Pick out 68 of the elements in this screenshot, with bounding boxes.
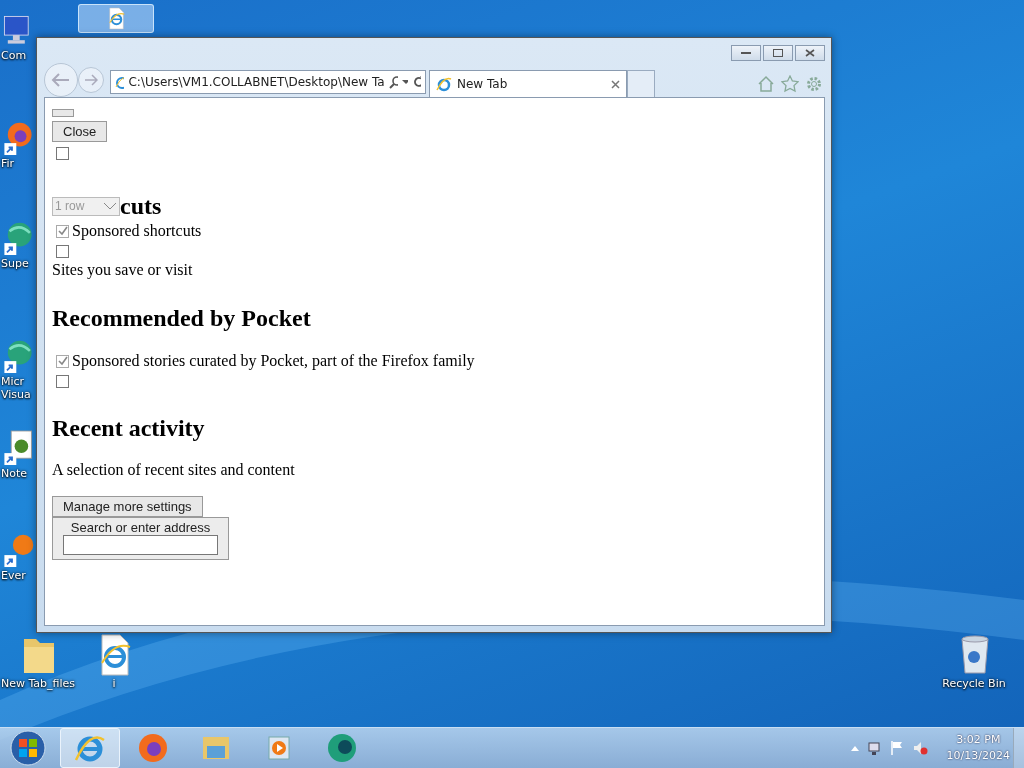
icon-label: Note	[1, 467, 28, 480]
firefox-icon[interactable]	[137, 732, 169, 764]
icon-label: Ever	[1, 569, 26, 582]
star-icon[interactable]	[781, 74, 799, 93]
description-text: curated by Pocket, part of the Firefox family	[188, 352, 475, 370]
desktop-icon[interactable]: Fir	[0, 116, 34, 173]
section-description: A selection of recent sites and content	[52, 460, 295, 480]
minimize-button[interactable]	[731, 45, 761, 61]
show-hidden-icons-icon[interactable]	[850, 745, 859, 751]
refresh-icon[interactable]	[411, 75, 421, 89]
icon-label: Micr	[1, 375, 25, 388]
icon-label: i	[112, 677, 116, 690]
icon-label: Com	[1, 49, 27, 62]
checkbox[interactable]	[56, 354, 69, 368]
section-description: Sites you save or visit	[52, 260, 193, 280]
page-icon	[115, 75, 125, 89]
minimize-icon	[741, 51, 751, 55]
network-icon[interactable]	[865, 740, 882, 756]
desktop-icon[interactable]: New Tab_files	[0, 630, 76, 693]
browser-tab[interactable]: New Tab	[429, 70, 627, 97]
desktop-icon[interactable]: Micr Visua	[0, 334, 34, 404]
manage-settings-button[interactable]: Manage more settings	[52, 496, 203, 517]
section-heading: Recommended by Pocket	[52, 304, 311, 332]
caret-icon	[103, 201, 117, 211]
icon-label: Supe	[1, 257, 29, 270]
search-box[interactable]: Search or enter address	[52, 517, 229, 560]
icon-label: New Tab_files	[0, 677, 76, 690]
new-tab-button[interactable]	[627, 70, 655, 97]
desktop-icon[interactable]: Com	[0, 8, 34, 65]
close-icon	[805, 49, 815, 57]
desktop-icon[interactable]: Note	[0, 426, 34, 483]
internet-explorer-icon	[436, 76, 452, 92]
desktop-icon[interactable]: Recycle Bin	[936, 630, 1012, 693]
desktop-icon[interactable]: Ever	[0, 528, 34, 585]
desktop-icon[interactable]: i	[76, 630, 152, 693]
desktop-icon[interactable]: Supe	[0, 216, 34, 273]
empty-button[interactable]	[52, 109, 74, 117]
settings-icon[interactable]	[805, 74, 823, 93]
close-button[interactable]	[795, 45, 825, 61]
desktop-icon[interactable]	[78, 4, 154, 33]
caret-icon[interactable]	[402, 79, 408, 85]
section-heading: Recent activity	[52, 414, 205, 442]
icon-label: Visua	[1, 388, 31, 401]
rows-select[interactable]: 1 row	[52, 196, 120, 216]
section-heading: cuts	[120, 192, 162, 220]
back-arrow-icon	[51, 72, 71, 88]
checkbox-label: Sponsored shortcuts	[72, 222, 202, 240]
checkbox[interactable]	[56, 374, 69, 388]
icon-label: Fir	[1, 157, 15, 170]
home-icon[interactable]	[757, 74, 775, 93]
maximize-icon	[773, 49, 783, 57]
checkbox[interactable]	[56, 244, 69, 258]
checkbox-label: Sponsored stories	[72, 352, 186, 370]
notepad-icon	[1, 429, 35, 467]
app-icon[interactable]	[326, 732, 358, 764]
checkbox[interactable]	[56, 146, 69, 160]
back-button[interactable]	[44, 63, 78, 97]
checkbox[interactable]	[56, 224, 69, 238]
maximize-button[interactable]	[763, 45, 793, 61]
close-button[interactable]: Close	[52, 121, 108, 142]
taskbar-button[interactable]	[60, 728, 120, 768]
flag-icon[interactable]	[888, 740, 905, 756]
address-bar[interactable]: C:\Users\VM1.COLLABNET\Desktop\New Ta	[110, 70, 426, 94]
muted-speaker-icon[interactable]	[911, 740, 928, 756]
search-icon[interactable]	[388, 75, 399, 89]
close-icon[interactable]	[611, 79, 620, 89]
icon-label: Recycle Bin	[942, 677, 1006, 690]
forward-arrow-icon	[84, 74, 98, 86]
